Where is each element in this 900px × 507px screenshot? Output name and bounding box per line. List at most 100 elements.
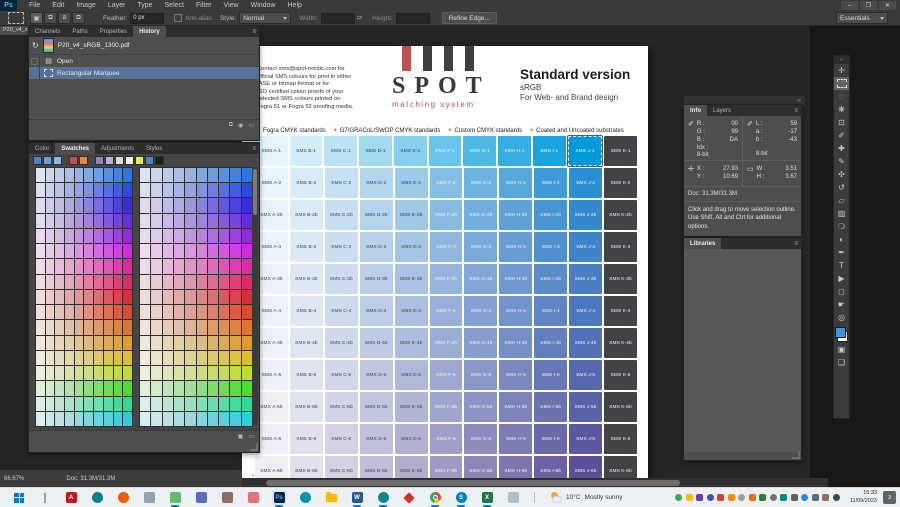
swatch[interactable]	[230, 366, 240, 380]
swatch[interactable]	[36, 412, 45, 426]
quick-selection-tool[interactable]: ❋	[834, 103, 849, 116]
swatch[interactable]	[219, 381, 229, 395]
panel-menu-icon[interactable]: ≡	[249, 143, 259, 154]
swatch[interactable]	[174, 381, 184, 395]
swatch[interactable]	[230, 214, 240, 228]
swatch[interactable]	[84, 336, 93, 350]
swatch[interactable]	[104, 320, 113, 334]
swatch-cell-J-2[interactable]: SMS J-2	[569, 168, 602, 198]
swatch-cell-E-3b[interactable]: SMS E-3b	[395, 264, 428, 294]
swatch-cell-H-2[interactable]: SMS H-2	[499, 168, 532, 198]
swatch[interactable]	[140, 305, 150, 319]
teams-app[interactable]	[298, 490, 312, 505]
swatch[interactable]	[163, 259, 173, 273]
panel-menu-icon[interactable]: ≡	[249, 26, 259, 37]
swatch[interactable]	[230, 183, 240, 197]
swatch[interactable]	[55, 214, 64, 228]
swatch[interactable]	[65, 381, 74, 395]
dodge-tool[interactable]: ◐	[834, 233, 849, 246]
swatch[interactable]	[208, 168, 218, 182]
swatch[interactable]	[123, 305, 132, 319]
status-arrow-icon[interactable]: ▸	[252, 472, 255, 479]
swatch[interactable]	[219, 214, 229, 228]
swatch[interactable]	[123, 336, 132, 350]
intersect-selection-button[interactable]: ⧉	[72, 12, 85, 24]
swatch[interactable]	[185, 290, 195, 304]
swatch-cell-K-1[interactable]: SMS K-1	[604, 136, 637, 166]
swatch[interactable]	[65, 275, 74, 289]
tray-icon[interactable]	[812, 494, 819, 501]
preset-swatch[interactable]	[95, 156, 104, 165]
swatch[interactable]	[123, 183, 132, 197]
swatch[interactable]	[197, 229, 207, 243]
swatch-cell-C-3b[interactable]: SMS C-3b	[325, 264, 358, 294]
swatch[interactable]	[163, 168, 173, 182]
swatch-cell-I-3b[interactable]: SMS I-3b	[534, 264, 567, 294]
swatch[interactable]	[242, 412, 252, 426]
swatch-cell-H-3b[interactable]: SMS H-3b	[499, 264, 532, 294]
swatch-cell-B-5b[interactable]: SMS B-5b	[290, 392, 323, 422]
tab-properties[interactable]: Properties	[94, 26, 133, 37]
antialias-checkbox[interactable]	[174, 14, 182, 22]
swatch[interactable]	[84, 381, 93, 395]
swatch[interactable]	[219, 275, 229, 289]
swatch-cell-F-5b[interactable]: SMS F-5b	[430, 392, 463, 422]
swatch[interactable]	[219, 244, 229, 258]
swatch[interactable]	[55, 275, 64, 289]
menu-window[interactable]: Window	[245, 2, 282, 9]
swatch[interactable]	[55, 336, 64, 350]
swatch[interactable]	[208, 290, 218, 304]
swatch[interactable]	[55, 320, 64, 334]
swatch-cell-K-4[interactable]: SMS K-4	[604, 296, 637, 326]
swatch[interactable]	[55, 381, 64, 395]
swatch[interactable]	[174, 305, 184, 319]
swatch-cell-J-5[interactable]: SMS J-5	[569, 360, 602, 390]
swatch[interactable]	[174, 275, 184, 289]
preset-swatch[interactable]	[135, 156, 144, 165]
swatch[interactable]	[104, 397, 113, 411]
swatch[interactable]	[208, 381, 218, 395]
history-snapshot[interactable]: ↻ P20_v4_sRGB_1300.pdf	[29, 37, 259, 55]
swatch-cell-D-6b[interactable]: SMS D-6b	[360, 456, 393, 478]
swatch[interactable]	[185, 259, 195, 273]
swatch-cell-D-4[interactable]: SMS D-4	[360, 296, 393, 326]
swatch[interactable]	[36, 259, 45, 273]
swatch-cell-K-6[interactable]: SMS K-6	[604, 424, 637, 454]
height-input[interactable]	[396, 13, 430, 24]
swatch[interactable]	[36, 397, 45, 411]
swatch[interactable]	[84, 168, 93, 182]
swatch-cell-K-3[interactable]: SMS K-3	[604, 232, 637, 262]
swatch-cell-K-6b[interactable]: SMS K-6b	[604, 456, 637, 478]
swatch-cell-G-3b[interactable]: SMS G-3b	[464, 264, 497, 294]
swatch[interactable]	[65, 351, 74, 365]
swatch-cell-J-3[interactable]: SMS J-3	[569, 232, 602, 262]
healing-brush-tool[interactable]: ✚	[834, 142, 849, 155]
swatch[interactable]	[185, 168, 195, 182]
swatch[interactable]	[174, 397, 184, 411]
firefox-app[interactable]	[116, 490, 130, 505]
swatch-cell-H-2b[interactable]: SMS H-2b	[499, 200, 532, 230]
tab-info[interactable]: Info	[684, 105, 707, 116]
swatch[interactable]	[151, 412, 161, 426]
swatch-cell-J-4b[interactable]: SMS J-4b	[569, 328, 602, 358]
swatch[interactable]	[197, 244, 207, 258]
tab-channels[interactable]: Channels	[29, 26, 66, 37]
horizontal-scrollbar[interactable]	[242, 478, 828, 487]
swatch[interactable]	[75, 275, 84, 289]
swatch-cell-K-4b[interactable]: SMS K-4b	[604, 328, 637, 358]
swatch-cell-B-6b[interactable]: SMS B-6b	[290, 456, 323, 478]
swatch[interactable]	[46, 183, 55, 197]
swatch[interactable]	[242, 290, 252, 304]
swatch[interactable]	[114, 305, 123, 319]
swatch-cell-F-4[interactable]: SMS F-4	[430, 296, 463, 326]
swatch-cell-J-4[interactable]: SMS J-4	[569, 296, 602, 326]
swatch[interactable]	[230, 305, 240, 319]
swatch[interactable]	[104, 412, 113, 426]
swatch-cell-H-3[interactable]: SMS H-3	[499, 232, 532, 262]
swatch[interactable]	[140, 198, 150, 212]
swatch[interactable]	[75, 168, 84, 182]
swatch[interactable]	[163, 320, 173, 334]
swatch[interactable]	[151, 198, 161, 212]
swatch[interactable]	[185, 397, 195, 411]
notebook-app[interactable]	[194, 490, 208, 505]
